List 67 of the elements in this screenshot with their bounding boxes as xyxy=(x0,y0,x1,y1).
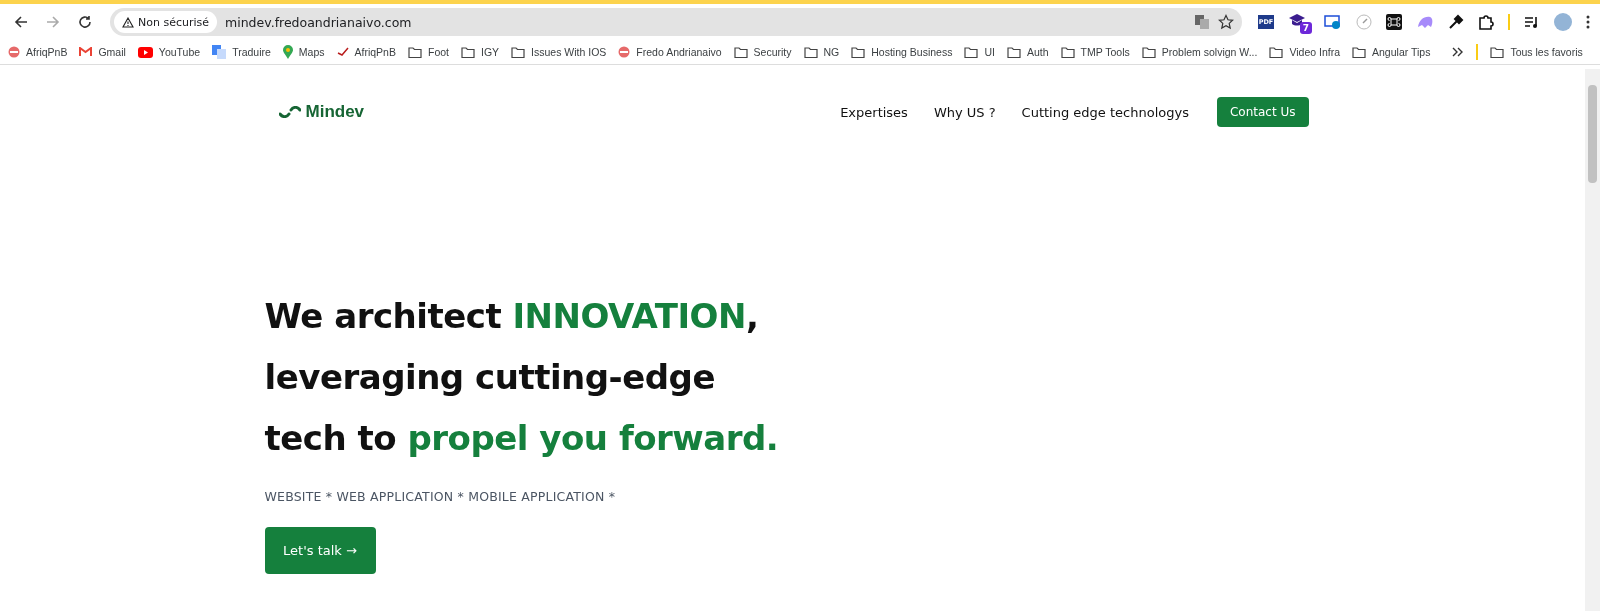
hero-heading: We architect INNOVATION, leveraging cutting-edge tech to propel you forward. xyxy=(264,295,780,460)
scrollbar[interactable] xyxy=(1585,69,1600,611)
arrow-left-icon xyxy=(14,15,28,29)
bookmark-item[interactable]: AfriqPnB xyxy=(336,46,396,58)
bookmark-item[interactable]: TMP Tools xyxy=(1060,46,1130,58)
arrow-right-icon xyxy=(46,15,60,29)
bookmark-item[interactable]: Fredo Andrianaivo xyxy=(618,46,722,58)
bookmark-item[interactable]: AfriqPnB xyxy=(8,46,68,58)
bookmark-item[interactable]: UI xyxy=(964,46,995,58)
folder-icon xyxy=(803,46,818,58)
ghost-icon[interactable] xyxy=(1416,15,1434,29)
folder-icon xyxy=(1490,46,1505,58)
bookmark-item[interactable]: Angular Tips xyxy=(1352,46,1431,58)
nav-link[interactable]: Cutting edge technologys xyxy=(1021,104,1189,120)
bookmark-item[interactable]: NG xyxy=(803,46,840,58)
folder-icon xyxy=(407,46,422,58)
extensions-icon[interactable] xyxy=(1478,14,1494,30)
site-icon xyxy=(618,46,631,58)
bookmark-item[interactable]: Issues With IOS xyxy=(511,46,607,58)
folder-icon xyxy=(511,46,526,58)
lets-talk-button[interactable]: Let's talk → xyxy=(264,527,376,574)
contact-button[interactable]: Contact Us xyxy=(1216,97,1309,127)
bookmark-item[interactable]: Hosting Business xyxy=(851,46,953,58)
nav-link[interactable]: Why US ? xyxy=(933,104,996,120)
bookmark-item[interactable]: Auth xyxy=(1006,46,1049,58)
bookmark-item[interactable]: IGY xyxy=(461,46,500,58)
chevron-icon[interactable] xyxy=(1452,47,1465,57)
map-pin-icon xyxy=(282,45,293,59)
bookmark-item[interactable]: Gmail xyxy=(79,46,126,58)
logo-icon xyxy=(278,106,301,118)
media-queue-icon[interactable] xyxy=(1524,15,1540,29)
command-key-icon[interactable] xyxy=(1386,14,1402,30)
envelope-icon xyxy=(79,47,93,57)
star-icon[interactable] xyxy=(1218,14,1234,30)
url-text: mindev.fredoandrianaivo.com xyxy=(225,14,413,30)
site-icon xyxy=(8,46,20,58)
folder-icon xyxy=(733,46,748,58)
bookmark-item[interactable]: Security xyxy=(733,46,792,58)
folder-icon xyxy=(1269,46,1284,58)
folder-icon xyxy=(851,46,866,58)
warning-icon xyxy=(122,16,134,28)
bookmark-item[interactable]: Maps xyxy=(282,45,325,59)
bookmark-item[interactable]: Problem solvign W... xyxy=(1141,46,1258,58)
services-text: WEBSITE * WEB APPLICATION * MOBILE APPLICATION * xyxy=(264,489,617,504)
folder-icon xyxy=(461,46,475,58)
eyedropper-icon[interactable] xyxy=(1448,14,1464,30)
bookmark-item[interactable]: Tous les favoris xyxy=(1490,46,1583,58)
address-bar[interactable]: Non sécurisé mindev.fredoandrianaivo.com xyxy=(110,8,1242,36)
folder-icon xyxy=(964,46,979,58)
menu-icon[interactable] xyxy=(1586,15,1590,29)
play-icon xyxy=(137,46,153,58)
security-chip[interactable]: Non sécurisé xyxy=(114,11,218,33)
bookmark-item[interactable]: YouTube xyxy=(137,46,201,58)
bookmark-item[interactable]: Traduire xyxy=(212,45,271,59)
folder-icon xyxy=(1006,46,1021,58)
translate-icon[interactable] xyxy=(1194,14,1210,30)
reload-icon xyxy=(78,15,92,29)
bookmark-item[interactable]: Foot xyxy=(407,46,449,58)
folder-icon xyxy=(1352,46,1367,58)
tick-mark-icon xyxy=(336,47,349,57)
screen-capture-icon[interactable] xyxy=(1324,14,1342,30)
logo-text: Mindev xyxy=(305,102,365,122)
nav-link[interactable]: Expertises xyxy=(840,104,908,120)
folder-icon xyxy=(1141,46,1156,58)
bookmark-item[interactable]: Video Infra xyxy=(1269,46,1341,58)
folder-icon xyxy=(1060,46,1075,58)
translate-icon xyxy=(212,45,227,59)
